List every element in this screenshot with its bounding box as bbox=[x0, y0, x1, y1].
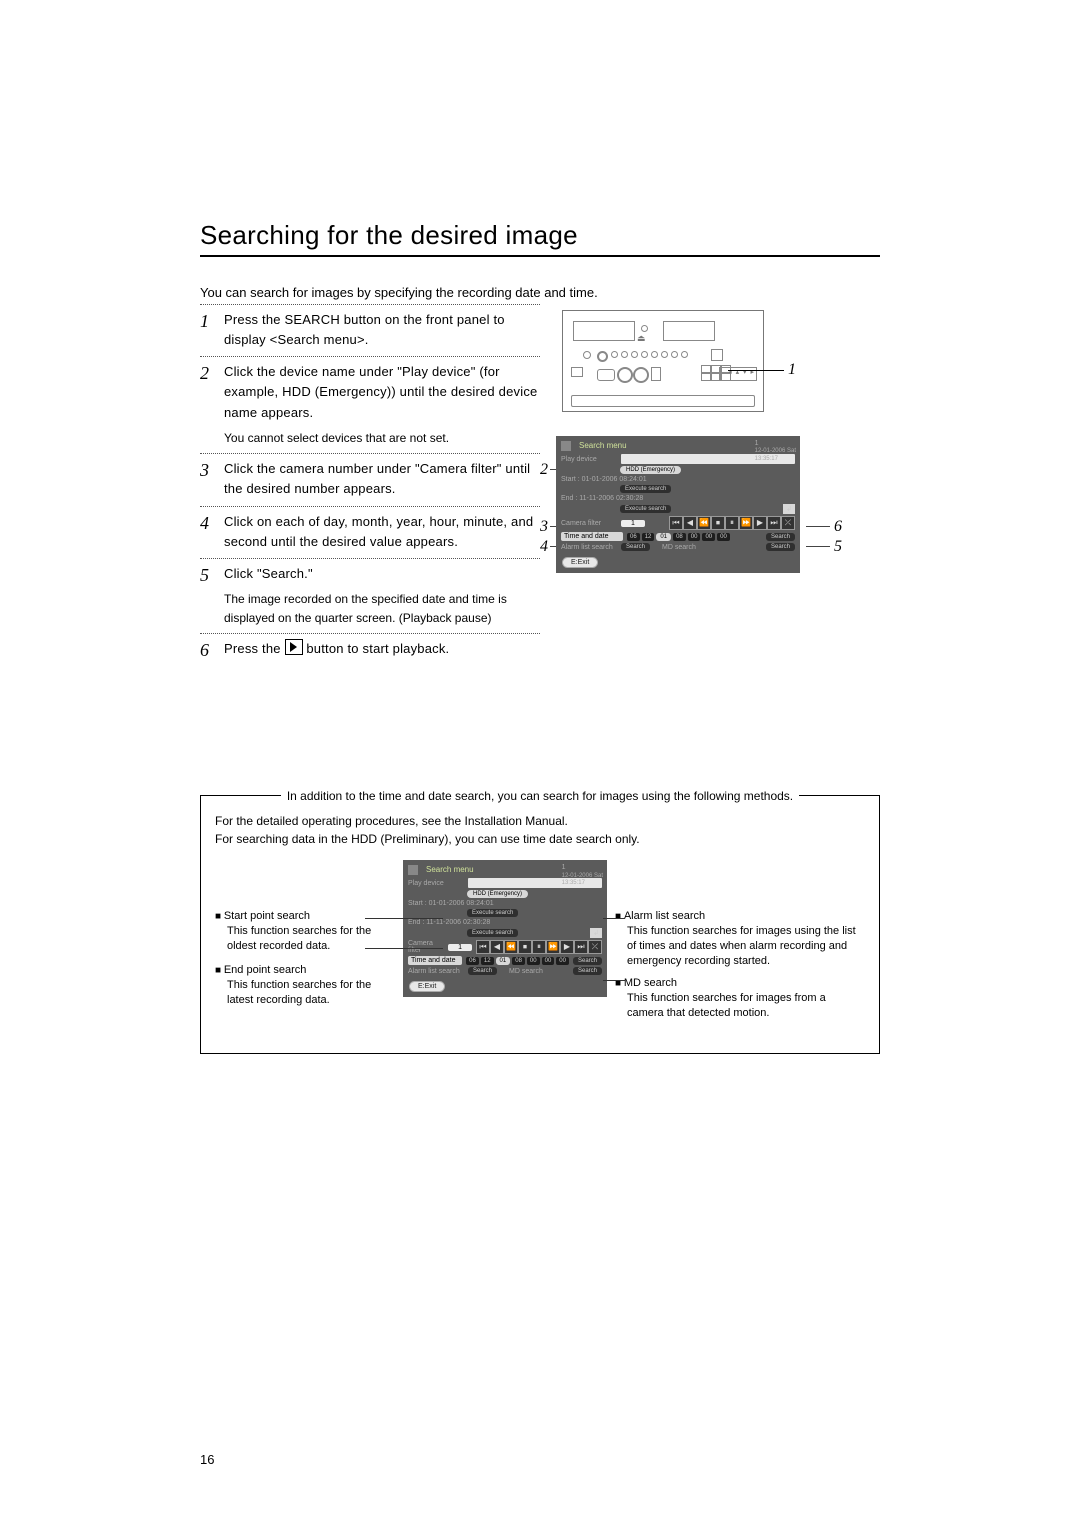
info-box-title: In addition to the time and date search,… bbox=[281, 789, 799, 803]
intro-text: You can search for images by specifying … bbox=[200, 285, 880, 300]
play-icon bbox=[285, 639, 303, 655]
step-text: Click "Search." bbox=[224, 564, 540, 584]
step-1: 1 Press the SEARCH button on the front p… bbox=[200, 304, 540, 356]
step-5: 5 Click "Search." The image recorded on … bbox=[200, 558, 540, 633]
page-number: 16 bbox=[200, 1452, 214, 1467]
alarm-list-label: Alarm list search bbox=[561, 544, 617, 551]
alarm-search-button[interactable]: Search bbox=[621, 543, 650, 551]
callout-5: 5 bbox=[834, 538, 842, 556]
step6-post: button to start playback. bbox=[306, 641, 449, 656]
search-menu-figure: 2 3 4 Search menu 1 12-01-2006 Sat 13:35… bbox=[556, 436, 880, 573]
search-menu-ui-2: Search menu 1 12-01-2006 Sat 13:35:17 Pl… bbox=[403, 860, 607, 997]
start-label: Start : 01-01-2006 08:24:01 bbox=[561, 476, 647, 483]
alarm-list-title: Alarm list search bbox=[615, 910, 865, 922]
transport-prev-icon[interactable]: ⏮ bbox=[669, 516, 683, 530]
alarm-list-desc: This function searches for images using … bbox=[627, 924, 865, 969]
camera-filter-value[interactable]: 1 bbox=[621, 520, 645, 527]
end-execute[interactable]: Execute search bbox=[620, 505, 671, 513]
alarm-list-search: Alarm list search This function searches… bbox=[615, 910, 865, 969]
step6-pre: Press the bbox=[224, 641, 285, 656]
step-subtext: The image recorded on the specified date… bbox=[224, 590, 540, 627]
end-label: End : 11-11-2006 02:30:28 bbox=[561, 495, 643, 502]
dvr-panel-figure: ⏏ bbox=[552, 310, 880, 412]
transport-rev-icon[interactable]: ◀ bbox=[683, 516, 697, 530]
md-search: MD search This function searches for ima… bbox=[615, 977, 865, 1021]
transport-play-icon[interactable]: ▶ bbox=[753, 516, 767, 530]
step-text: Click on each of day, month, year, hour,… bbox=[224, 512, 540, 552]
time-date-label: Time and date bbox=[561, 532, 623, 541]
start-point-desc: This function searches for the oldest re… bbox=[227, 924, 395, 954]
md-search-label: MD search bbox=[662, 544, 696, 551]
transport-pause-icon[interactable]: ⏸ bbox=[725, 516, 739, 530]
md-search-desc: This function searches for images from a… bbox=[627, 991, 865, 1021]
step-number: 2 bbox=[200, 362, 214, 447]
end-point-title: End point search bbox=[215, 964, 395, 976]
step-3: 3 Click the camera number under "Camera … bbox=[200, 453, 540, 505]
step-text: Click the device name under "Play device… bbox=[224, 362, 540, 422]
step-number: 3 bbox=[200, 459, 214, 499]
step-4: 4 Click on each of day, month, year, hou… bbox=[200, 506, 540, 558]
time-date-search-button[interactable]: Search bbox=[766, 533, 795, 541]
step-number: 6 bbox=[200, 639, 214, 659]
callout-1: 1 bbox=[788, 361, 796, 379]
end-point-search: End point search This function searches … bbox=[215, 964, 395, 1008]
menu-title: Search menu bbox=[422, 863, 478, 876]
step-subtext: You cannot select devices that are not s… bbox=[224, 429, 540, 448]
step-text: Click the camera number under "Camera fi… bbox=[224, 459, 540, 499]
step-number: 1 bbox=[200, 310, 214, 350]
step-2: 2 Click the device name under "Play devi… bbox=[200, 356, 540, 453]
start-point-title: Start point search bbox=[215, 910, 395, 922]
menu-title: Search menu bbox=[575, 439, 631, 452]
step-text: Press the SEARCH button on the front pan… bbox=[224, 310, 540, 350]
section-title: Searching for the desired image bbox=[200, 220, 880, 257]
step-6: 6 Press the button to start playback. bbox=[200, 633, 540, 665]
transport-rew-icon[interactable]: ⏪ bbox=[697, 516, 711, 530]
camera-filter-label: Camera filter bbox=[561, 520, 617, 527]
step-number: 4 bbox=[200, 512, 214, 552]
menu-clock: 1 12-01-2006 Sat 13:35:17 bbox=[755, 440, 796, 463]
info-line-2: For searching data in the HDD (Prelimina… bbox=[215, 832, 865, 846]
callout-3: 3 bbox=[540, 518, 548, 536]
step-number: 5 bbox=[200, 564, 214, 627]
play-device-value[interactable]: HDD (Emergency) bbox=[620, 466, 681, 474]
start-execute[interactable]: Execute search bbox=[620, 485, 671, 493]
transport-ff-icon[interactable]: ⏩ bbox=[739, 516, 753, 530]
dvr-panel: ⏏ bbox=[562, 310, 764, 412]
play-device-label: Play device bbox=[561, 456, 617, 463]
search-menu-ui: Search menu 1 12-01-2006 Sat 13:35:17 Pl… bbox=[556, 436, 800, 573]
end-point-desc: This function searches for the latest re… bbox=[227, 978, 395, 1008]
callout-2: 2 bbox=[540, 461, 548, 479]
transport-expand-icon[interactable]: ⤫ bbox=[781, 516, 795, 530]
md-search-title: MD search bbox=[615, 977, 865, 989]
step-text: Press the button to start playback. bbox=[224, 639, 540, 659]
md-search-button[interactable]: Search bbox=[766, 543, 795, 551]
transport-next-icon[interactable]: ⏭ bbox=[767, 516, 781, 530]
time-date-fields[interactable]: 06 12 01 08 00 00 00 bbox=[627, 533, 730, 541]
info-line-1: For the detailed operating procedures, s… bbox=[215, 814, 865, 828]
additional-methods-box: In addition to the time and date search,… bbox=[200, 795, 880, 1053]
exit-button[interactable]: E:Exit bbox=[562, 557, 598, 568]
callout-6: 6 bbox=[834, 518, 842, 536]
transport-stop-icon[interactable]: ⏹ bbox=[711, 516, 725, 530]
callout-4: 4 bbox=[540, 538, 548, 556]
transport-controls[interactable]: ⏮ ◀ ⏪ ⏹ ⏸ ⏩ ▶ ⏭ ⤫ bbox=[669, 516, 795, 530]
